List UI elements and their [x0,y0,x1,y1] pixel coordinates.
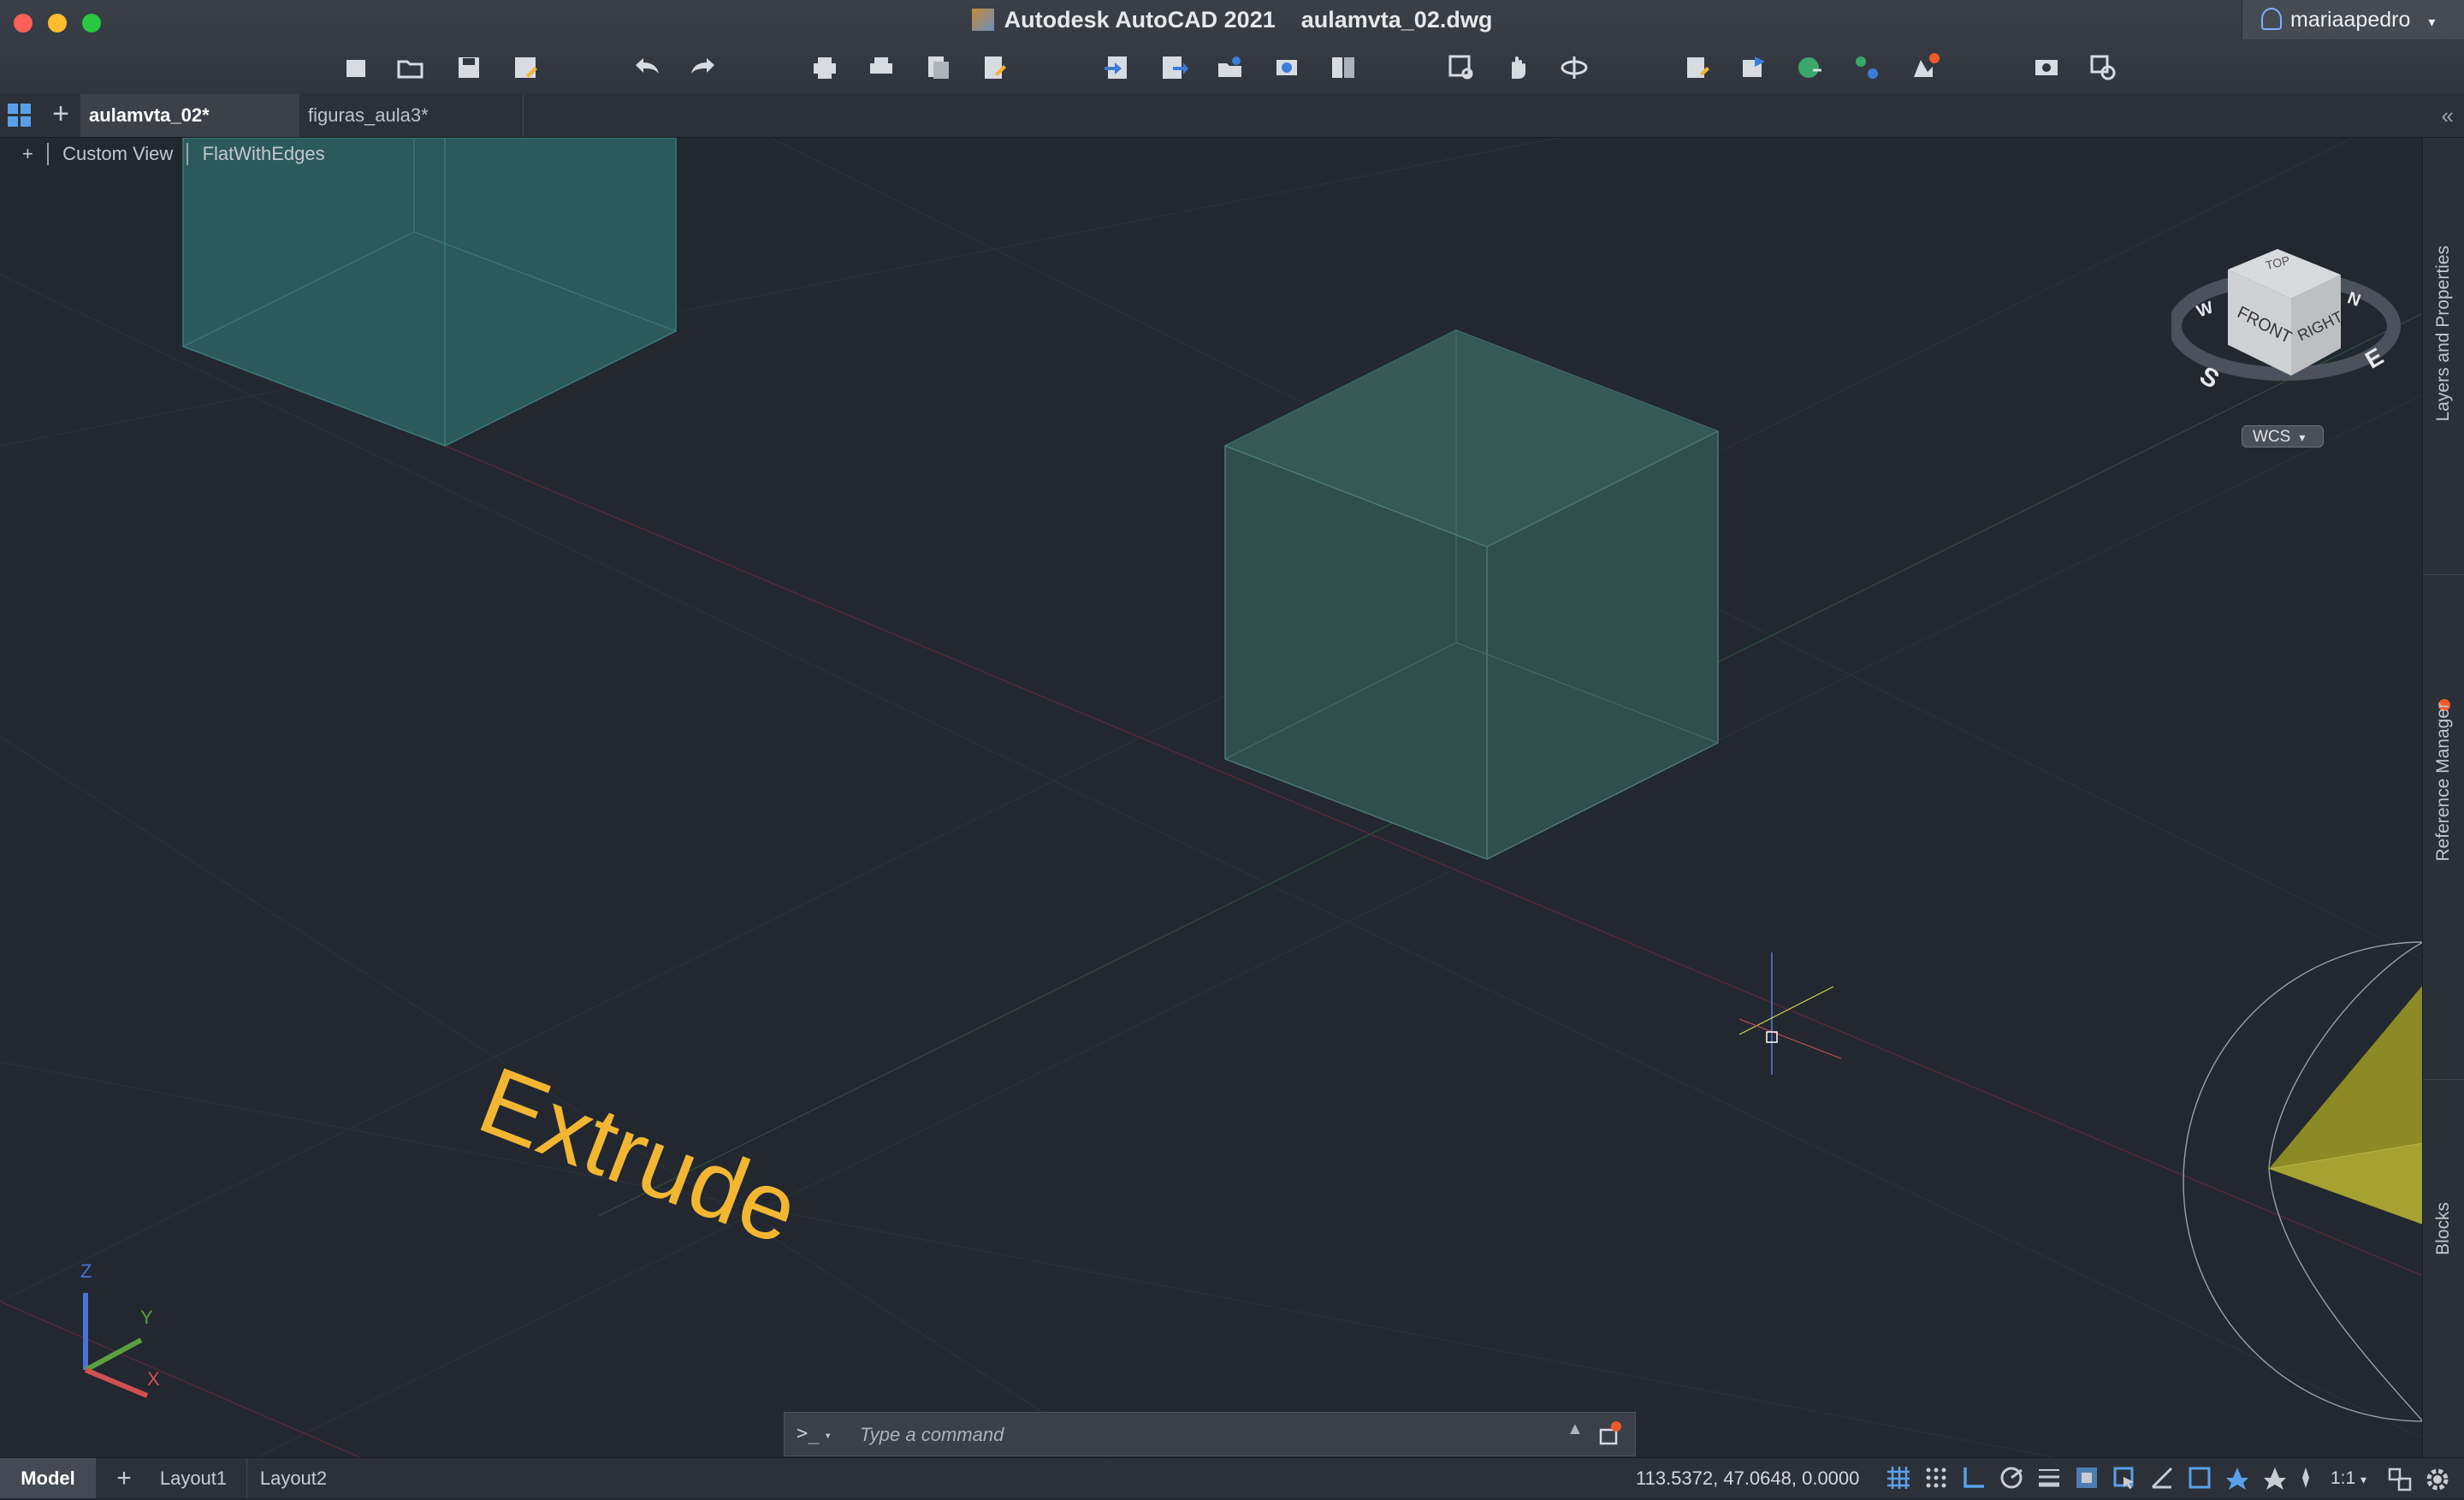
user-menu[interactable]: mariaapedro ▾ [2242,0,2464,39]
solid-box-top-left[interactable] [182,138,677,447]
settings-gear-icon[interactable] [2425,1467,2450,1492]
collapse-panel-icon[interactable]: « [2442,103,2454,129]
undo-icon[interactable] [631,53,662,84]
command-input[interactable] [858,1420,1478,1450]
isolate-objects-icon[interactable] [2387,1467,2413,1492]
dynamic-ucs-icon[interactable] [2149,1465,2175,1491]
find-icon[interactable] [2088,53,2118,84]
grid-toggle-icon[interactable] [1886,1465,1911,1491]
publish-icon[interactable] [922,53,953,84]
pan-icon[interactable] [1502,53,1533,84]
redo-icon[interactable] [688,53,719,84]
export-icon[interactable] [1158,53,1189,84]
status-bar: Model + Layout1 Layout2 113.5372, 47.064… [0,1457,2464,1498]
layers-properties-palette-tab[interactable]: Layers and Properties [2433,246,2454,421]
plot-icon[interactable] [809,53,840,84]
file-title: aulamvta_02.dwg [1300,7,1493,33]
viewcube[interactable]: TOP FRONT RIGHT S E W N [2168,216,2402,396]
quick-access-toolbar [0,48,2464,89]
chevron-down-icon: ▾ [2428,15,2436,30]
annotation-scale-value[interactable]: 1:1 ▾ [2331,1458,2366,1500]
chevron-down-icon: ▾ [2299,430,2306,444]
blocks-palette-tab[interactable]: Blocks [2433,1202,2454,1255]
drawing-viewport[interactable]: Z Y X + Custom View FlatWithEdges Extrud… [0,138,2423,1457]
compare-icon[interactable] [1328,53,1359,84]
share-icon[interactable] [1271,53,1302,84]
model-tab[interactable]: Model [0,1458,96,1498]
command-line: >_▾ ▲ [784,1412,1636,1456]
batch-plot-icon[interactable] [866,53,897,84]
capture-icon[interactable] [2031,53,2062,84]
file-tab-bar: + aulamvta_02* figuras_aula3* « [0,94,2464,138]
command-prompt-icon[interactable]: >_ ▾ [797,1423,832,1444]
new-tab-button[interactable]: + [48,99,74,130]
auto-scale-icon[interactable] [2262,1465,2288,1491]
annotation-scale-icon[interactable] [2224,1465,2250,1491]
render-icon[interactable] [1910,53,1940,84]
tab-figuras-aula3[interactable]: figuras_aula3* [299,94,524,137]
selection-cycling-icon[interactable] [2112,1465,2137,1491]
save-as-icon[interactable] [510,53,541,84]
zoom-window-icon[interactable] [1446,53,1477,84]
snap-toggle-icon[interactable] [1923,1465,1949,1491]
autocad-logo-icon [971,9,994,31]
solid-cube-center[interactable] [1224,329,1719,860]
save-icon[interactable] [453,53,484,84]
ucs-z-label: Z [80,1260,92,1282]
transparency-icon[interactable] [2074,1465,2100,1491]
layout1-tab[interactable]: Layout1 [147,1458,240,1498]
notification-icon[interactable] [1597,1421,1621,1445]
visual-style-button[interactable]: FlatWithEdges [203,143,325,164]
model-space-canvas [0,138,2423,1457]
page-setup-icon[interactable] [979,53,1010,84]
properties-icon[interactable] [1682,53,1713,84]
viewport-controls: + Custom View FlatWithEdges [22,143,334,165]
ucs-x-label: X [147,1368,160,1390]
block-icon[interactable] [1851,53,1882,84]
ucs-y-label: Y [140,1307,153,1328]
orbit-icon[interactable] [1559,53,1590,84]
start-tab-grid-icon[interactable] [7,103,33,128]
attach-icon[interactable] [1215,53,1246,84]
right-palette-bar: Layers and Properties Reference Manager … [2422,138,2464,1457]
app-title: Autodesk AutoCAD 2021 [1004,7,1276,33]
layout2-tab[interactable]: Layout2 [246,1458,340,1498]
workspace-icon[interactable] [2293,1465,2319,1491]
user-icon [2261,8,2282,30]
tab-aulamvta-02[interactable]: aulamvta_02* [80,94,299,137]
window-title: Autodesk AutoCAD 2021 aulamvta_02.dwg [0,7,2464,33]
command-history-up-icon[interactable]: ▲ [1567,1420,1584,1439]
scale-label: 1:1 [2331,1468,2356,1488]
open-icon[interactable] [395,53,426,84]
viewport-menu-button[interactable]: + [22,143,33,164]
ortho-toggle-icon[interactable] [1961,1465,1987,1491]
title-bar: Autodesk AutoCAD 2021 aulamvta_02.dwg mar… [0,0,2464,95]
solid-cone-right[interactable] [2183,941,2423,1422]
user-name: mariaapedro [2290,8,2411,32]
ucs-icon [83,1293,149,1398]
new-icon[interactable] [341,53,371,84]
polar-tracking-icon[interactable] [1999,1465,2024,1491]
reference-manager-palette-tab[interactable]: Reference Manager [2433,703,2454,862]
import-icon[interactable] [1102,53,1133,84]
wcs-dropdown[interactable]: WCS ▾ [2242,425,2324,448]
layer-icon[interactable] [1738,53,1769,84]
lineweight-icon[interactable] [2036,1465,2062,1491]
xref-icon[interactable] [1795,53,1826,84]
crosshair-cursor [1738,952,1842,1075]
coordinates-readout[interactable]: 113.5372, 47.0648, 0.0000 [1636,1458,1859,1498]
command-prompt-label: >_ [797,1423,820,1444]
wcs-label: WCS [2253,428,2291,446]
view-name-button[interactable]: Custom View [62,143,173,164]
new-layout-button[interactable]: + [106,1458,142,1498]
annotation-visibility-icon[interactable] [2187,1465,2212,1491]
